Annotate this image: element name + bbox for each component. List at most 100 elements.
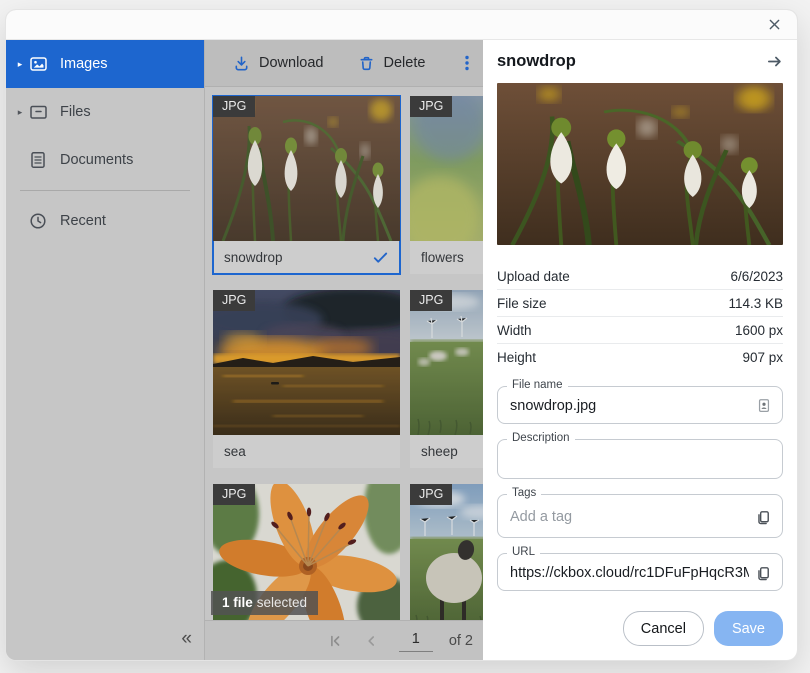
file-caption: snowdrop xyxy=(224,250,283,265)
url-input[interactable] xyxy=(510,565,749,581)
documents-icon xyxy=(28,150,48,170)
image-preview xyxy=(497,83,783,245)
files-icon xyxy=(28,102,48,122)
snowdrop-preview-image xyxy=(497,83,783,245)
close-icon xyxy=(767,17,782,32)
save-button[interactable]: Save xyxy=(714,611,783,646)
file-card-sea[interactable]: JPG sea xyxy=(213,290,400,468)
detail-label: Height xyxy=(497,350,536,365)
file-caption: sheep xyxy=(421,444,458,459)
trash-icon xyxy=(358,55,375,72)
file-browser: Download Delete JPG snowdrop xyxy=(205,40,483,660)
sidebar-item-label: Images xyxy=(60,56,108,72)
detail-value: 907 px xyxy=(742,350,783,365)
arrow-right-icon xyxy=(766,53,783,70)
collapse-sidebar-button[interactable]: « xyxy=(181,628,192,650)
detail-label: File size xyxy=(497,296,547,311)
file-name-input[interactable] xyxy=(510,398,750,414)
ckbox-dialog: ▸ Images ▸ Files ▸ Documents xyxy=(6,10,797,660)
autofill-icon xyxy=(750,397,772,415)
recent-clock-icon xyxy=(28,211,48,231)
sidebar-item-files[interactable]: ▸ Files xyxy=(6,88,204,136)
file-type-badge: JPG xyxy=(410,484,452,505)
detail-row-file-size: File size 114.3 KB xyxy=(497,290,783,317)
panel-title: snowdrop xyxy=(497,52,576,71)
tags-field: Tags xyxy=(497,494,783,538)
sidebar-item-documents[interactable]: ▸ Documents xyxy=(6,136,204,184)
expand-caret-icon[interactable]: ▸ xyxy=(6,107,26,118)
images-icon xyxy=(28,54,48,74)
file-type-badge: JPG xyxy=(213,484,255,505)
download-icon xyxy=(233,55,250,72)
pagination-bar: 1 of 2 xyxy=(205,620,483,660)
copy-icon xyxy=(755,565,772,582)
thumbnail-grid: JPG snowdrop JPG flowers JPG xyxy=(205,87,483,620)
file-name-label: File name xyxy=(507,379,568,391)
download-label: Download xyxy=(259,55,324,71)
first-page-icon xyxy=(327,633,343,649)
file-caption: flowers xyxy=(421,250,464,265)
sidebar-item-images[interactable]: ▸ Images xyxy=(6,40,204,88)
download-button[interactable]: Download xyxy=(233,55,324,72)
selection-status-badge: 1 file selected xyxy=(211,591,318,615)
sheep-thumbnail xyxy=(410,290,483,435)
sidebar-item-label: Files xyxy=(60,104,91,120)
page-number-input[interactable]: 1 xyxy=(399,629,433,652)
check-icon xyxy=(372,249,389,266)
cancel-button[interactable]: Cancel xyxy=(623,611,704,646)
kebab-icon xyxy=(459,54,475,72)
tags-label: Tags xyxy=(507,487,541,499)
selection-suffix: selected xyxy=(257,595,307,610)
sidebar-item-recent[interactable]: ▸ Recent xyxy=(6,197,204,245)
description-label: Description xyxy=(507,432,575,444)
detail-value: 114.3 KB xyxy=(728,296,783,311)
open-file-button[interactable] xyxy=(766,53,783,70)
copy-icon xyxy=(755,509,772,526)
previous-page-button[interactable] xyxy=(363,633,379,649)
file-type-badge: JPG xyxy=(213,290,255,311)
more-options-button[interactable] xyxy=(459,54,475,72)
url-label: URL xyxy=(507,546,540,558)
snowdrop-thumbnail xyxy=(213,96,400,241)
expand-caret-icon[interactable]: ▸ xyxy=(6,59,26,70)
category-sidebar: ▸ Images ▸ Files ▸ Documents xyxy=(6,40,205,660)
file-card-sheep[interactable]: JPG sheep xyxy=(410,290,483,468)
delete-label: Delete xyxy=(384,55,426,71)
url-field: URL xyxy=(497,553,783,591)
page-total-label: of 2 xyxy=(449,633,473,649)
file-card-sheep-field[interactable]: JPG xyxy=(410,484,483,620)
panel-footer: Cancel Save xyxy=(483,611,797,660)
sidebar-divider xyxy=(20,190,190,191)
file-type-badge: JPG xyxy=(410,290,452,311)
action-toolbar: Download Delete xyxy=(205,40,483,87)
detail-label: Upload date xyxy=(497,269,570,284)
sidebar-item-label: Documents xyxy=(60,152,133,168)
file-type-badge: JPG xyxy=(410,96,452,117)
detail-row-height: Height 907 px xyxy=(497,344,783,371)
delete-button[interactable]: Delete xyxy=(358,55,426,72)
file-type-badge: JPG xyxy=(213,96,255,117)
file-card-flowers[interactable]: JPG flowers xyxy=(410,96,483,274)
chevron-left-icon xyxy=(363,633,379,649)
copy-tags-button[interactable] xyxy=(749,509,772,526)
detail-row-upload-date: Upload date 6/6/2023 xyxy=(497,263,783,290)
dialog-header xyxy=(6,10,797,40)
file-details-table: Upload date 6/6/2023 File size 114.3 KB … xyxy=(497,263,783,371)
sidebar-item-label: Recent xyxy=(60,213,106,229)
file-card-snowdrop[interactable]: JPG snowdrop xyxy=(213,96,400,274)
copy-url-button[interactable] xyxy=(749,565,772,582)
file-details-panel: snowdrop Upload date 6/6/2023 File size … xyxy=(483,40,797,660)
sea-thumbnail xyxy=(213,290,400,435)
tags-input[interactable] xyxy=(510,509,749,525)
file-name-field: File name xyxy=(497,386,783,424)
selection-count: 1 file xyxy=(222,595,253,610)
description-input[interactable] xyxy=(510,450,772,472)
first-page-button[interactable] xyxy=(327,633,343,649)
detail-row-width: Width 1600 px xyxy=(497,317,783,344)
close-button[interactable] xyxy=(763,14,785,36)
file-caption: sea xyxy=(224,444,246,459)
flowers-thumbnail xyxy=(410,96,483,241)
description-field: Description xyxy=(497,439,783,479)
detail-value: 1600 px xyxy=(735,323,783,338)
detail-value: 6/6/2023 xyxy=(730,269,783,284)
